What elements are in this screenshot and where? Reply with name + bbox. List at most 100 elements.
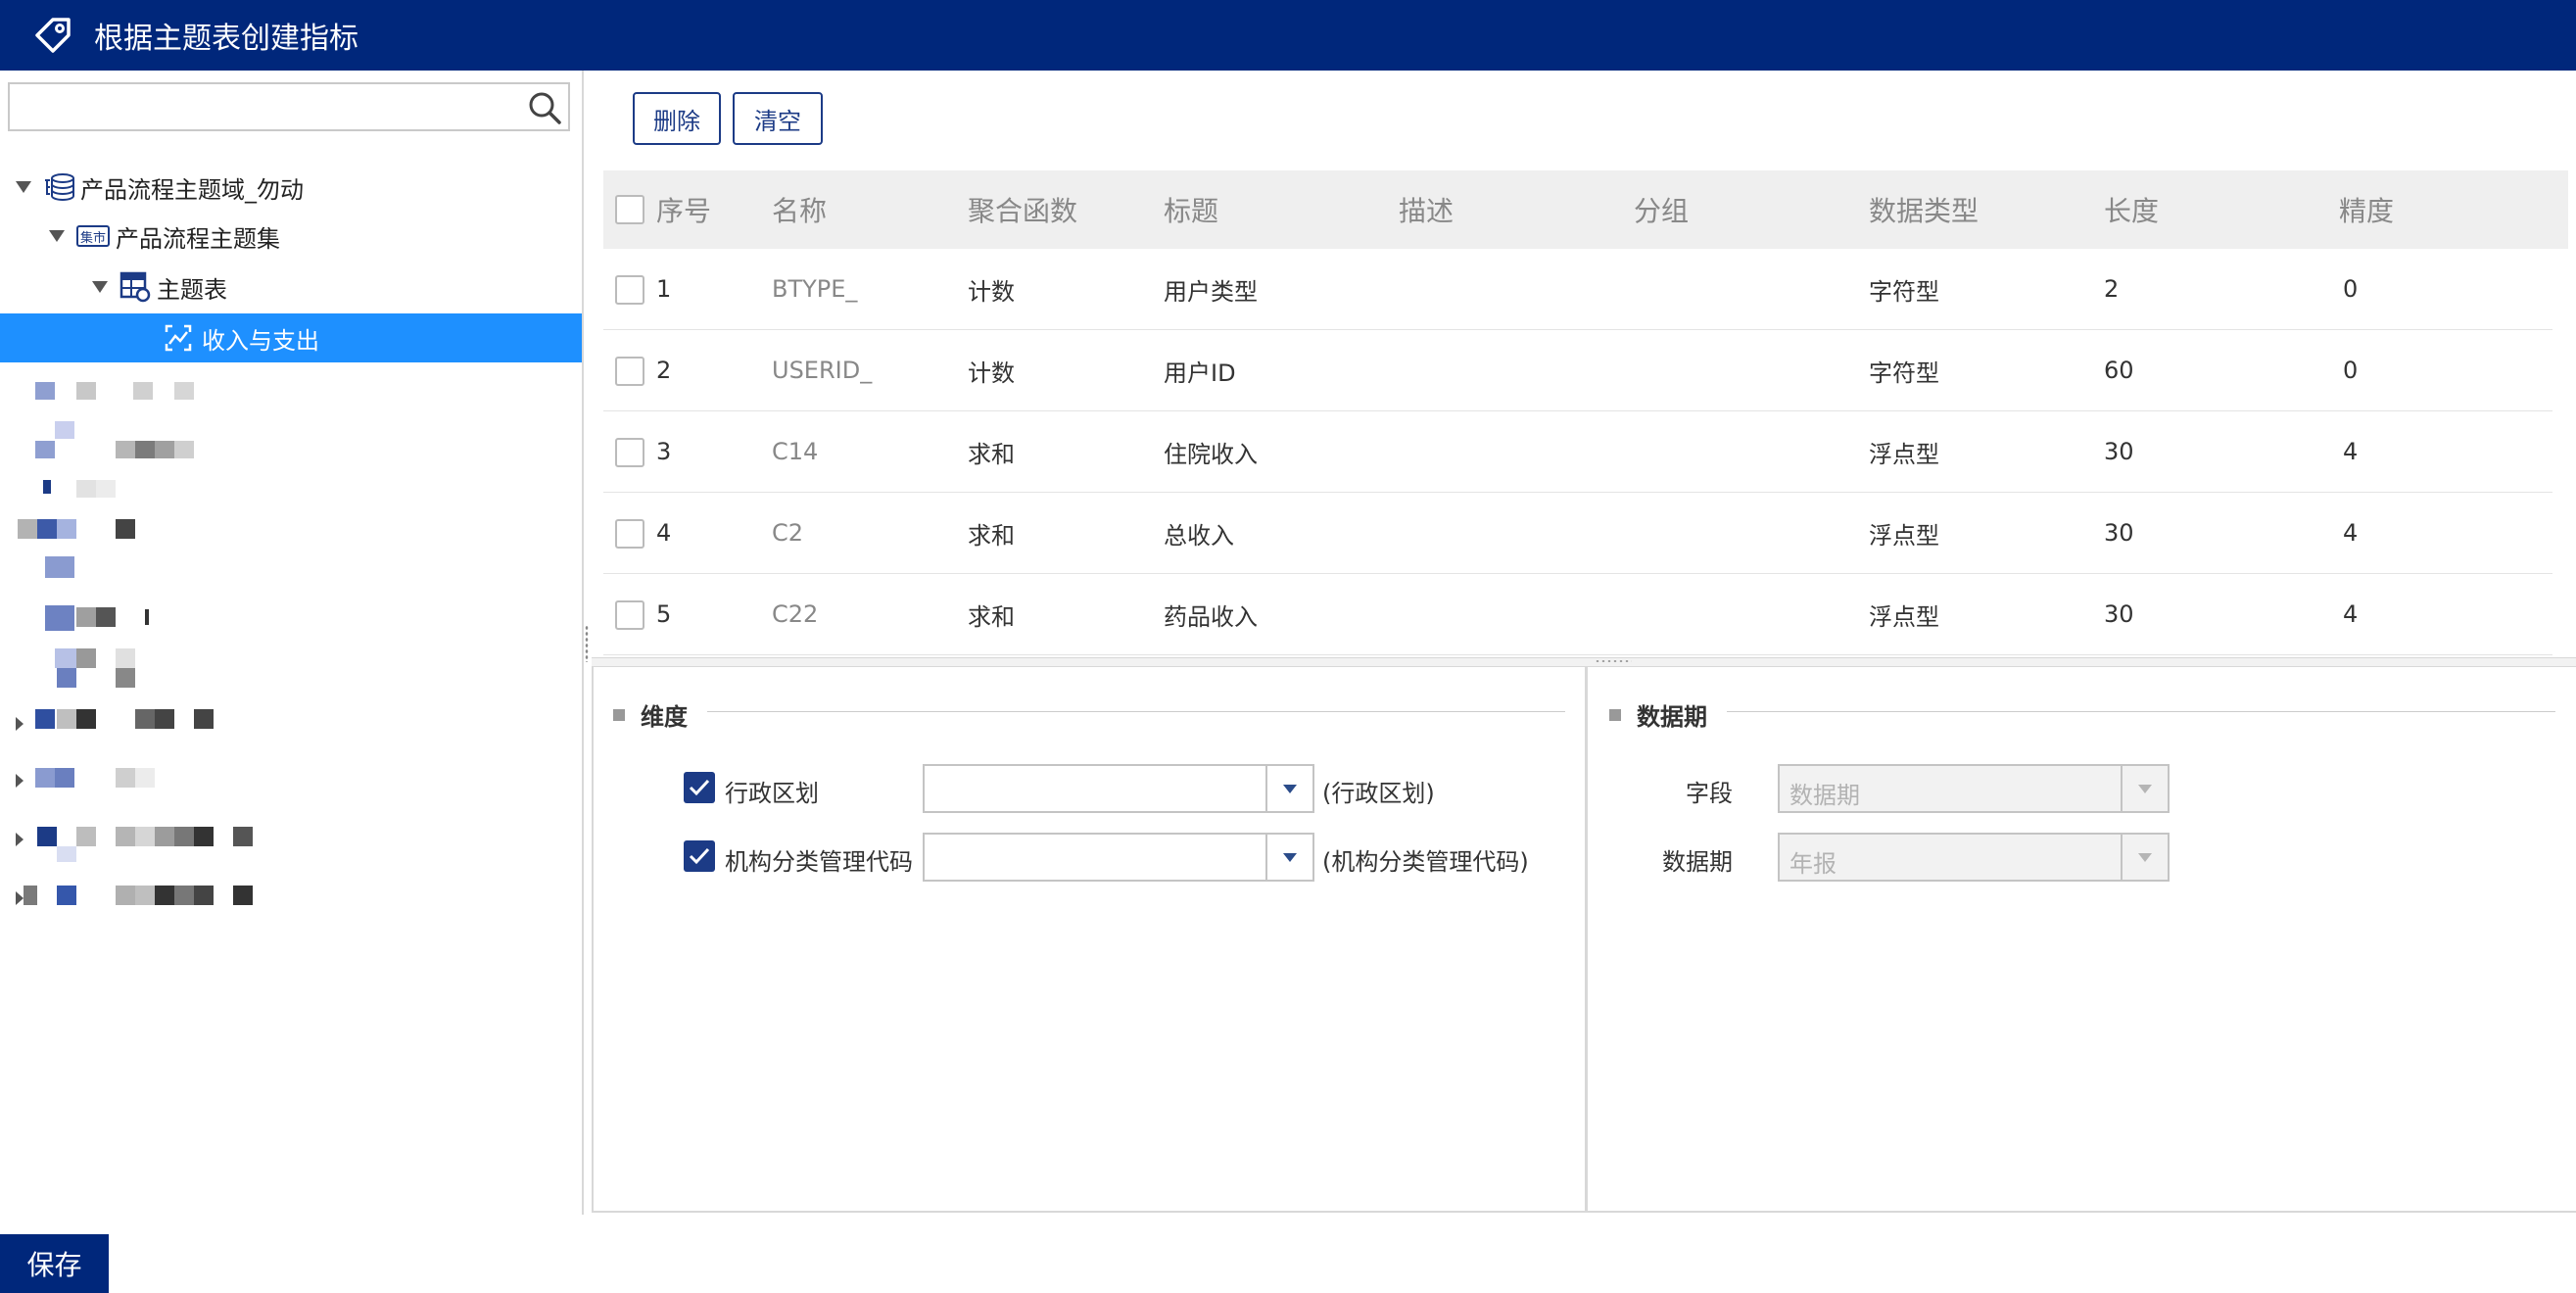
dropdown-arrow-icon[interactable] [1265, 766, 1312, 811]
cell-precision: 4 [2343, 438, 2359, 465]
dimension-hint-region: (行政区划) [1322, 780, 1435, 807]
checkbox-org-code[interactable] [684, 840, 715, 872]
cell-title: 总收入 [1164, 521, 1234, 550]
table-row[interactable]: 3 C14 求和 住院收入 浮点型 30 4 [603, 411, 2552, 493]
dimension-hint-org-code: (机构分类管理代码) [1322, 848, 1529, 876]
table-row[interactable]: 5 C22 求和 药品收入 浮点型 30 4 [603, 574, 2552, 655]
field-label: 字段 [1686, 780, 1733, 807]
cell-precision: 4 [2343, 519, 2359, 547]
splitter-grip[interactable] [1595, 659, 1632, 663]
cell-name: C2 [772, 519, 804, 547]
indicator-icon [163, 322, 194, 354]
field-select[interactable]: 数据期 [1778, 764, 2170, 813]
select-all-checkbox[interactable] [615, 195, 644, 224]
header-name: 名称 [772, 195, 828, 227]
cell-title: 用户类型 [1164, 277, 1258, 306]
header-type: 数据类型 [1869, 195, 1980, 227]
row-checkbox[interactable] [615, 275, 644, 305]
tree-label-table: 主题表 [157, 275, 227, 304]
tree-node-domain[interactable]: 产品流程主题域_勿动 [16, 163, 304, 212]
chevron-down-icon[interactable] [16, 181, 31, 193]
table-row[interactable]: 2 USERID_ 计数 用户ID 字符型 60 0 [603, 330, 2552, 411]
table-row[interactable]: 4 C2 求和 总收入 浮点型 30 4 [603, 493, 2552, 574]
row-checkbox[interactable] [615, 519, 644, 549]
cell-title: 药品收入 [1164, 602, 1258, 631]
tree-node-table[interactable]: 主题表 [92, 263, 227, 311]
row-checkbox[interactable] [615, 357, 644, 386]
cell-name: C14 [772, 438, 819, 465]
cell-length: 30 [2104, 519, 2134, 547]
cell-agg: 求和 [968, 602, 1015, 631]
cell-type: 字符型 [1869, 277, 1939, 306]
period-section-title: 数据期 [1609, 697, 1707, 732]
header-length: 长度 [2104, 195, 2160, 227]
save-button[interactable]: 保存 [0, 1234, 109, 1293]
cell-type: 浮点型 [1869, 602, 1939, 631]
header-title: 标题 [1164, 195, 1219, 227]
dropdown-arrow-icon[interactable] [2121, 766, 2168, 811]
cell-agg: 求和 [968, 521, 1015, 550]
cell-agg: 求和 [968, 440, 1015, 468]
tree-node-selected[interactable]: 收入与支出 [0, 313, 582, 362]
section-divider [1727, 711, 2555, 712]
cell-no: 1 [656, 275, 672, 303]
cell-length: 30 [2104, 438, 2134, 465]
cell-length: 30 [2104, 600, 2134, 628]
cell-title: 住院收入 [1164, 440, 1258, 468]
region-select[interactable] [923, 764, 1314, 813]
cell-title: 用户ID [1164, 359, 1236, 387]
mart-icon: 集市 [76, 225, 110, 247]
obscured-tree-items [0, 364, 582, 1011]
cell-agg: 计数 [968, 277, 1015, 306]
header-precision: 精度 [2339, 195, 2395, 227]
delete-button[interactable]: 删除 [633, 92, 721, 145]
row-checkbox[interactable] [615, 600, 644, 630]
dropdown-arrow-icon[interactable] [1265, 835, 1312, 880]
cell-precision: 0 [2343, 275, 2359, 303]
dimension-panel: 维度 行政区划 (行政区划) 机构分类管理代码 (机构分类管理代码) [592, 666, 1585, 1213]
indicator-table: 序号 名称 聚合函数 标题 描述 分组 数据类型 长度 精度 1 BTYPE_ … [603, 170, 2568, 655]
search-box[interactable] [8, 82, 570, 131]
tree-label-selected: 收入与支出 [202, 326, 319, 355]
header-agg: 聚合函数 [968, 195, 1078, 227]
period-select[interactable]: 年报 [1778, 833, 2170, 882]
org-code-select[interactable] [923, 833, 1314, 882]
window-title: 根据主题表创建指标 [94, 22, 358, 56]
cell-length: 60 [2104, 357, 2134, 384]
tree-label-set: 产品流程主题集 [116, 224, 280, 253]
period-panel: 数据期 字段 数据期 数据期 年报 [1585, 666, 2576, 1213]
clear-button[interactable]: 清空 [733, 92, 823, 145]
cell-no: 3 [656, 438, 672, 465]
dimension-title-text: 维度 [641, 703, 688, 731]
chevron-down-icon[interactable] [92, 281, 108, 293]
dimension-label-region: 行政区划 [725, 780, 819, 807]
checkbox-region[interactable] [684, 772, 715, 803]
chevron-down-icon[interactable] [49, 230, 65, 242]
check-icon [689, 779, 710, 796]
dropdown-arrow-icon[interactable] [2121, 835, 2168, 880]
search-input[interactable] [18, 84, 511, 129]
header-group: 分组 [1634, 195, 1690, 227]
check-icon [689, 847, 710, 865]
cell-no: 5 [656, 600, 672, 628]
vertical-splitter-grip[interactable] [585, 625, 589, 662]
section-marker-icon [1609, 708, 1621, 721]
row-checkbox[interactable] [615, 438, 644, 467]
tree-node-set[interactable]: 集市 产品流程主题集 [49, 212, 280, 261]
title-bar: 根据主题表创建指标 [0, 0, 2576, 71]
tree-panel: 产品流程主题域_勿动 集市 产品流程主题集 主题表 收入与支出 [0, 71, 584, 1215]
cell-no: 2 [656, 357, 672, 384]
cell-agg: 计数 [968, 359, 1015, 387]
tag-icon [29, 12, 76, 59]
cell-precision: 0 [2343, 357, 2359, 384]
cell-name: USERID_ [772, 357, 873, 384]
cell-type: 浮点型 [1869, 521, 1939, 550]
table-row[interactable]: 1 BTYPE_ 计数 用户类型 字符型 2 0 [603, 249, 2552, 330]
header-desc: 描述 [1399, 195, 1455, 227]
search-icon[interactable] [527, 90, 562, 125]
section-divider [707, 711, 1565, 712]
header-no: 序号 [656, 195, 712, 227]
period-select-value: 年报 [1789, 850, 1837, 878]
cell-type: 浮点型 [1869, 440, 1939, 468]
dimension-label-org-code: 机构分类管理代码 [725, 848, 913, 876]
